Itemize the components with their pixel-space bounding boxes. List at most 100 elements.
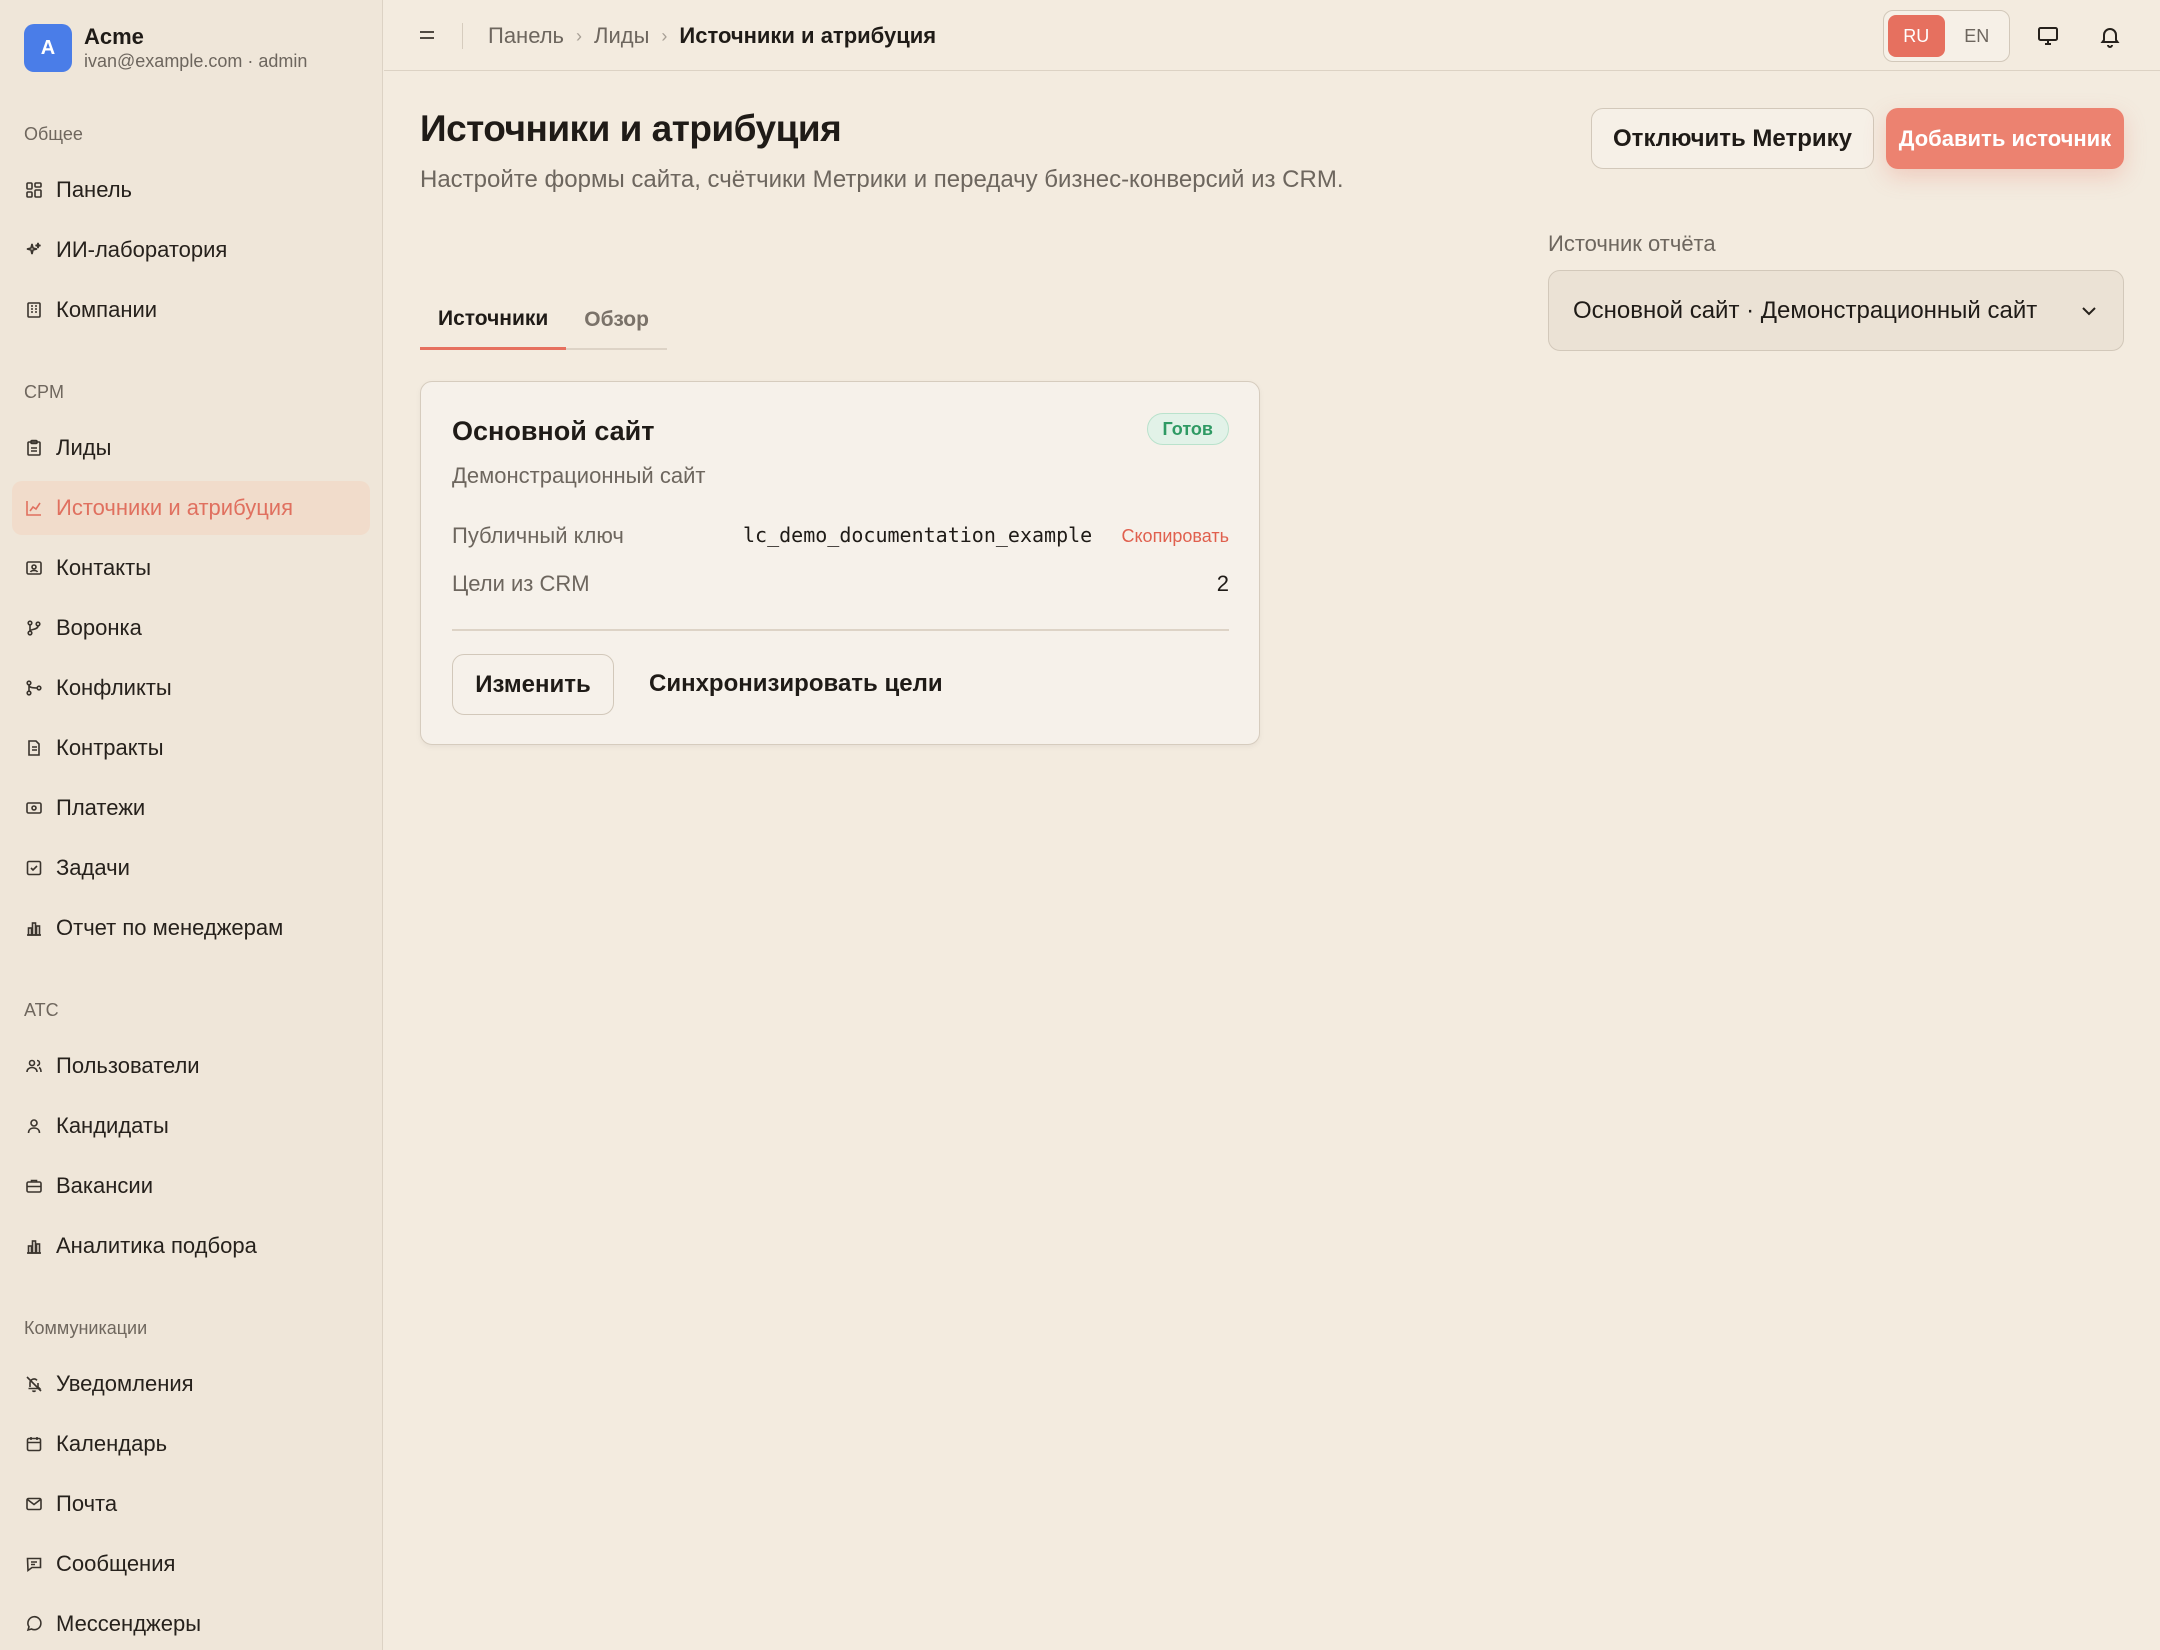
sidebar-item-conflicts[interactable]: Конфликты xyxy=(12,661,370,715)
bell-off-icon xyxy=(24,1374,44,1394)
lang-ru-button[interactable]: RU xyxy=(1888,15,1945,57)
lang-en-button[interactable]: EN xyxy=(1949,15,2006,57)
tab-sources[interactable]: Источники xyxy=(420,290,567,350)
sidebar-item-label: Сообщения xyxy=(56,1551,176,1576)
sidebar-item-label: Отчет по менеджерам xyxy=(56,915,284,940)
tab-overview[interactable]: Обзор xyxy=(566,290,667,350)
org-avatar: A xyxy=(24,24,72,72)
sidebar-item-recruiting-analytics[interactable]: Аналитика подбора xyxy=(12,1219,370,1273)
page-subtitle: Настройте формы сайта, счётчики Метрики … xyxy=(420,166,1344,193)
chevron-right-icon: › xyxy=(661,25,668,46)
sidebar-item-label: Конфликты xyxy=(56,675,172,700)
notifications-button[interactable] xyxy=(2096,22,2124,50)
chevron-down-icon xyxy=(2082,307,2096,316)
edit-source-button[interactable]: Изменить xyxy=(452,654,614,715)
disable-metrika-button[interactable]: Отключить Метрику xyxy=(1591,108,1874,169)
message-square-icon xyxy=(24,1554,44,1574)
sidebar-item-payments[interactable]: Платежи xyxy=(12,781,370,835)
card-divider xyxy=(452,629,1229,631)
sparkles-icon xyxy=(24,240,44,260)
contact-card-icon xyxy=(24,558,44,578)
sidebar-item-label: ИИ-лаборатория xyxy=(56,237,228,262)
sidebar-item-messages[interactable]: Сообщения xyxy=(12,1537,370,1591)
briefcase-icon xyxy=(24,1176,44,1196)
sync-goals-button[interactable]: Синхронизировать цели xyxy=(649,670,943,698)
nav-heading: CPM xyxy=(24,382,64,402)
sidebar-item-label: Кандидаты xyxy=(56,1113,169,1138)
report-source-select[interactable]: Основной сайт · Демонстрационный сайт xyxy=(1548,270,2124,351)
clipboard-icon xyxy=(24,438,44,458)
sidebar-item-label: Контракты xyxy=(56,735,164,760)
sidebar-item-label: Панель xyxy=(56,177,133,202)
page-title: Источники и атрибуция xyxy=(420,108,842,149)
sidebar-item-messengers[interactable]: Мессенджеры xyxy=(12,1597,370,1650)
org-name: Acme xyxy=(84,24,144,49)
topbar-divider xyxy=(462,23,463,49)
chevron-right-icon: › xyxy=(576,25,583,46)
breadcrumb-leads[interactable]: Лиды xyxy=(594,23,649,49)
nav-section-ats: АТС Пользователи Кандидаты Вакансии Анал… xyxy=(0,997,382,1273)
sidebar-item-sources-attribution[interactable]: Источники и атрибуция xyxy=(12,481,370,535)
sidebar-item-label: Аналитика подбора xyxy=(56,1233,257,1258)
sidebar-item-label: Контакты xyxy=(56,555,152,580)
nav-section-general: Общее Панель ИИ-лаборатория Компании xyxy=(0,121,382,337)
sidebar-item-label: Мессенджеры xyxy=(56,1611,202,1636)
add-source-button[interactable]: Добавить источник xyxy=(1886,108,2124,169)
copy-key-link[interactable]: Скопировать xyxy=(1121,526,1229,547)
document-icon xyxy=(24,738,44,758)
sidebar-item-candidates[interactable]: Кандидаты xyxy=(12,1099,370,1153)
sidebar-item-calendar[interactable]: Календарь xyxy=(12,1417,370,1471)
user-icon xyxy=(24,1116,44,1136)
chart-line-icon xyxy=(24,498,44,518)
menu-icon xyxy=(420,31,434,39)
breadcrumb-current: Источники и атрибуция xyxy=(679,23,937,48)
public-key-value: lc_demo_documentation_example xyxy=(743,523,1093,547)
report-source-label: Источник отчёта xyxy=(1548,231,1716,256)
sidebar-item-tasks[interactable]: Задачи xyxy=(12,841,370,895)
org-switcher[interactable]: A Acme ivan@example.com · admin xyxy=(24,24,307,72)
nav-heading: Общее xyxy=(24,124,83,144)
sidebar-item-funnel[interactable]: Воронка xyxy=(12,601,370,655)
building-icon xyxy=(24,300,44,320)
sidebar-item-vacancies[interactable]: Вакансии xyxy=(12,1159,370,1213)
nav-heading: Коммуникации xyxy=(24,1318,148,1338)
bar-chart-icon xyxy=(24,1236,44,1256)
sidebar-item-label: Почта xyxy=(56,1491,118,1516)
sidebar-item-label: Уведомления xyxy=(56,1371,194,1396)
org-user-email: ivan@example.com · admin xyxy=(84,51,308,71)
sidebar-item-label: Источники и атрибуция xyxy=(56,495,293,520)
report-source-value: Основной сайт · Демонстрационный сайт xyxy=(1573,296,2038,324)
crm-goals-label: Цели из CRM xyxy=(452,571,590,596)
sidebar-item-ai-lab[interactable]: ИИ-лаборатория xyxy=(12,223,370,277)
sidebar-item-label: Вакансии xyxy=(56,1173,153,1198)
nav-section-cpm: CPM Лиды Источники и атрибуция Контакты … xyxy=(0,379,382,955)
sidebar-item-label: Компании xyxy=(56,297,158,322)
sidebar-item-label: Платежи xyxy=(56,795,146,820)
sidebar-item-label: Пользователи xyxy=(56,1053,200,1078)
source-card-subtitle: Демонстрационный сайт xyxy=(452,463,706,488)
language-switcher: RU EN xyxy=(1883,10,2010,62)
breadcrumb-dashboard[interactable]: Панель xyxy=(488,23,564,49)
sidebar-item-manager-report[interactable]: Отчет по менеджерам xyxy=(12,901,370,955)
crm-goals-value: 2 xyxy=(1216,571,1229,596)
sidebar-item-contracts[interactable]: Контракты xyxy=(12,721,370,775)
sidebar-item-users[interactable]: Пользователи xyxy=(12,1039,370,1093)
menu-toggle-button[interactable] xyxy=(414,22,440,48)
public-key-label: Публичный ключ xyxy=(452,523,624,548)
dashboard-icon xyxy=(24,180,44,200)
bar-chart-icon xyxy=(24,918,44,938)
nav-section-communications: Коммуникации Уведомления Календарь Почта… xyxy=(0,1315,382,1650)
sidebar-item-companies[interactable]: Компании xyxy=(12,283,370,337)
bell-icon xyxy=(2100,28,2120,48)
banknote-icon xyxy=(24,798,44,818)
sidebar-item-leads[interactable]: Лиды xyxy=(12,421,370,475)
monitor-icon xyxy=(2038,27,2058,45)
sidebar-item-notifications[interactable]: Уведомления xyxy=(12,1357,370,1411)
sidebar-item-mail[interactable]: Почта xyxy=(12,1477,370,1531)
sidebar-item-dashboard[interactable]: Панель xyxy=(12,163,370,217)
nav-heading: АТС xyxy=(24,1000,59,1020)
sidebar-item-contacts[interactable]: Контакты xyxy=(12,541,370,595)
message-circle-icon xyxy=(24,1614,44,1634)
display-mode-button[interactable] xyxy=(2034,22,2062,50)
sidebar-item-label: Лиды xyxy=(56,435,112,460)
